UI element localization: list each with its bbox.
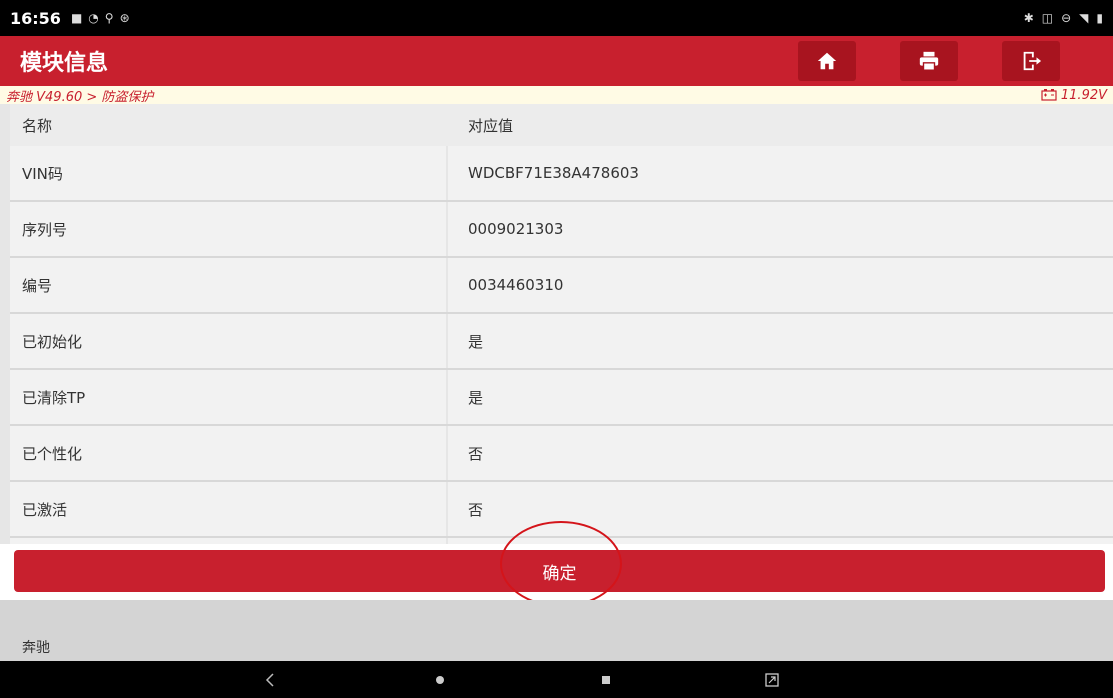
status-bar: 16:56 ■ ◔ ⚲ ⊛ ✱ ◫ ⊖ ◥ ▮ bbox=[0, 0, 1113, 36]
accessibility-icon: ⊛ bbox=[119, 11, 130, 25]
brand-label: 奔驰 bbox=[22, 640, 50, 656]
recents-button[interactable] bbox=[586, 661, 626, 698]
wifi-icon: ◔ bbox=[88, 11, 99, 25]
row-name: 编号 bbox=[10, 258, 446, 312]
status-right-icons: ✱ ◫ ⊖ ◥ ▮ bbox=[1024, 11, 1103, 25]
dnd-icon: ⊖ bbox=[1061, 11, 1072, 25]
row-value: WDCBF71E38A478603 bbox=[448, 146, 1113, 200]
breadcrumb-path: 奔驰 V49.60 > 防盗保护 bbox=[6, 89, 154, 105]
row-value: 0009021303 bbox=[448, 202, 1113, 256]
page-title: 模块信息 bbox=[20, 51, 109, 76]
back-button[interactable] bbox=[250, 661, 290, 698]
breadcrumb: 奔驰 V49.60 > 防盗保护 11.92V bbox=[0, 86, 1113, 105]
vibrate-icon: ◫ bbox=[1041, 11, 1054, 25]
table-row: 已清除TP 是 bbox=[10, 370, 1113, 426]
column-header-name: 名称 bbox=[22, 116, 53, 135]
clock: 16:56 bbox=[10, 8, 61, 28]
bluetooth-icon: ✱ bbox=[1023, 11, 1034, 25]
home-nav-button[interactable] bbox=[420, 661, 460, 698]
voltage-value: 11.92V bbox=[1060, 87, 1107, 103]
column-header-value: 对应值 bbox=[468, 116, 514, 135]
row-name: 已激活 bbox=[10, 482, 446, 536]
screenshot-icon bbox=[765, 672, 779, 687]
home-icon bbox=[817, 52, 837, 70]
battery-icon: ▮ bbox=[1096, 11, 1103, 25]
row-name: 已初始化 bbox=[10, 314, 446, 368]
back-icon bbox=[265, 672, 274, 687]
footer: 奔驰 bbox=[0, 600, 1113, 661]
recents-icon bbox=[602, 675, 610, 684]
row-name: 序列号 bbox=[10, 202, 446, 256]
signal-icon: ◥ bbox=[1079, 11, 1089, 25]
navigation-bar bbox=[0, 661, 1113, 698]
table-body[interactable]: VIN码 WDCBF71E38A478603 序列号 0009021303 编号… bbox=[10, 146, 1113, 544]
exit-button[interactable] bbox=[1002, 41, 1060, 81]
print-icon bbox=[919, 51, 939, 71]
row-value: 0034460310 bbox=[448, 258, 1113, 312]
table-row: 已个性化 否 bbox=[10, 426, 1113, 482]
table-header: 名称 对应值 bbox=[10, 104, 1113, 146]
status-left-icons: ■ ◔ ⚲ ⊛ bbox=[71, 11, 130, 25]
highlight-circle-annotation bbox=[500, 521, 622, 607]
screenshot-button[interactable] bbox=[752, 661, 792, 698]
data-icon: ⚲ bbox=[104, 11, 114, 25]
battery-voltage-icon bbox=[1041, 89, 1057, 101]
table-row: 已初始化 是 bbox=[10, 314, 1113, 370]
exit-icon bbox=[1023, 51, 1042, 71]
title-bar: 模块信息 bbox=[0, 36, 1113, 86]
voltage-indicator: 11.92V bbox=[1041, 88, 1107, 103]
row-name: 已个性化 bbox=[10, 426, 446, 480]
notification-icon: ■ bbox=[70, 11, 83, 25]
table-row: 编号 0034460310 bbox=[10, 258, 1113, 314]
row-value: 否 bbox=[448, 426, 1113, 480]
row-value: 是 bbox=[448, 314, 1113, 368]
table-row: 序列号 0009021303 bbox=[10, 202, 1113, 258]
row-value: 是 bbox=[448, 370, 1113, 424]
print-button[interactable] bbox=[900, 41, 958, 81]
row-name: VIN码 bbox=[10, 146, 446, 200]
home-nav-icon bbox=[436, 675, 444, 684]
row-name: 已清除TP bbox=[10, 370, 446, 424]
home-button[interactable] bbox=[798, 41, 856, 81]
table-row: VIN码 WDCBF71E38A478603 bbox=[10, 146, 1113, 202]
